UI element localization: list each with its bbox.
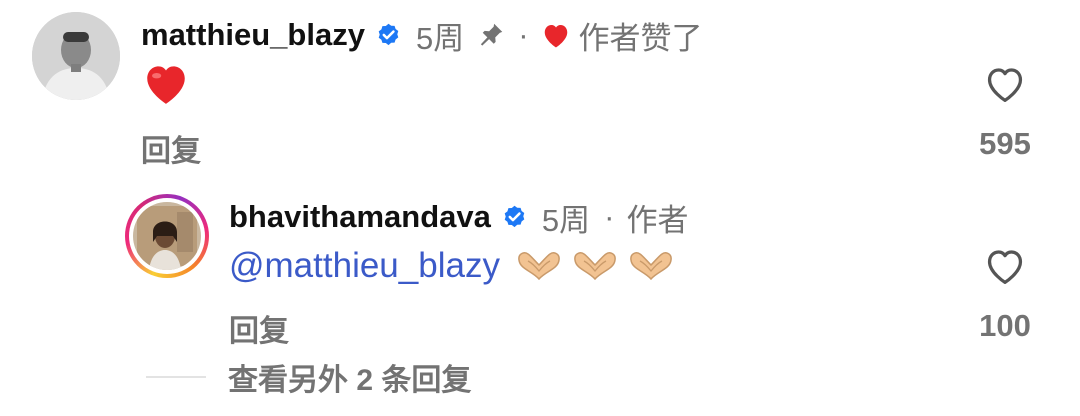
like-column: 100 [965,246,1045,344]
avatar [133,202,201,270]
mention-link[interactable]: @matthieu_blazy [229,246,500,286]
like-column: 595 [965,64,1045,162]
separator-dot: · [518,17,529,52]
username[interactable]: matthieu_blazy [141,17,365,53]
comment-time: 5周 [415,20,465,56]
author-liked-label: 作者赞了 [578,20,703,56]
like-count: 595 [979,126,1031,161]
divider-line [146,376,206,378]
reply-button[interactable]: 回复 [141,126,201,170]
reply-header: bhavithamandava 5周 · 作者 [229,196,688,238]
story-ring[interactable] [125,194,209,278]
view-more-label: 查看另外 2 条回复 [228,364,472,397]
pin-icon [476,20,506,50]
separator-dot: · [604,199,615,234]
avatar-photo [32,12,120,100]
reply-button[interactable]: 回复 [229,306,289,350]
comment-header: matthieu_blazy 5周 · 作者赞了 [141,14,703,56]
verified-badge-icon [375,22,402,49]
reply-comment: bhavithamandava 5周 · 作者 @matthieu_blazy … [0,190,1080,350]
verified-badge-icon [501,204,528,231]
username[interactable]: bhavithamandava [229,199,491,235]
like-heart-icon[interactable] [983,64,1027,104]
red-heart-emoji-icon [147,66,185,104]
heart-hands-emoji-icon [516,249,674,283]
avatar-photo [133,202,201,270]
like-count: 100 [979,308,1031,343]
author-tag: 作者 [626,202,689,238]
view-more-replies[interactable]: 查看另外 2 条回复 [146,356,471,398]
like-heart-icon[interactable] [983,246,1027,286]
heart-filled-icon [541,21,571,49]
avatar[interactable] [32,12,120,100]
comment: matthieu_blazy 5周 · 作者赞了 回复 595 [0,0,1080,190]
reply-time: 5周 [541,202,591,238]
comment-text [141,60,191,111]
reply-text: @matthieu_blazy [229,246,674,286]
